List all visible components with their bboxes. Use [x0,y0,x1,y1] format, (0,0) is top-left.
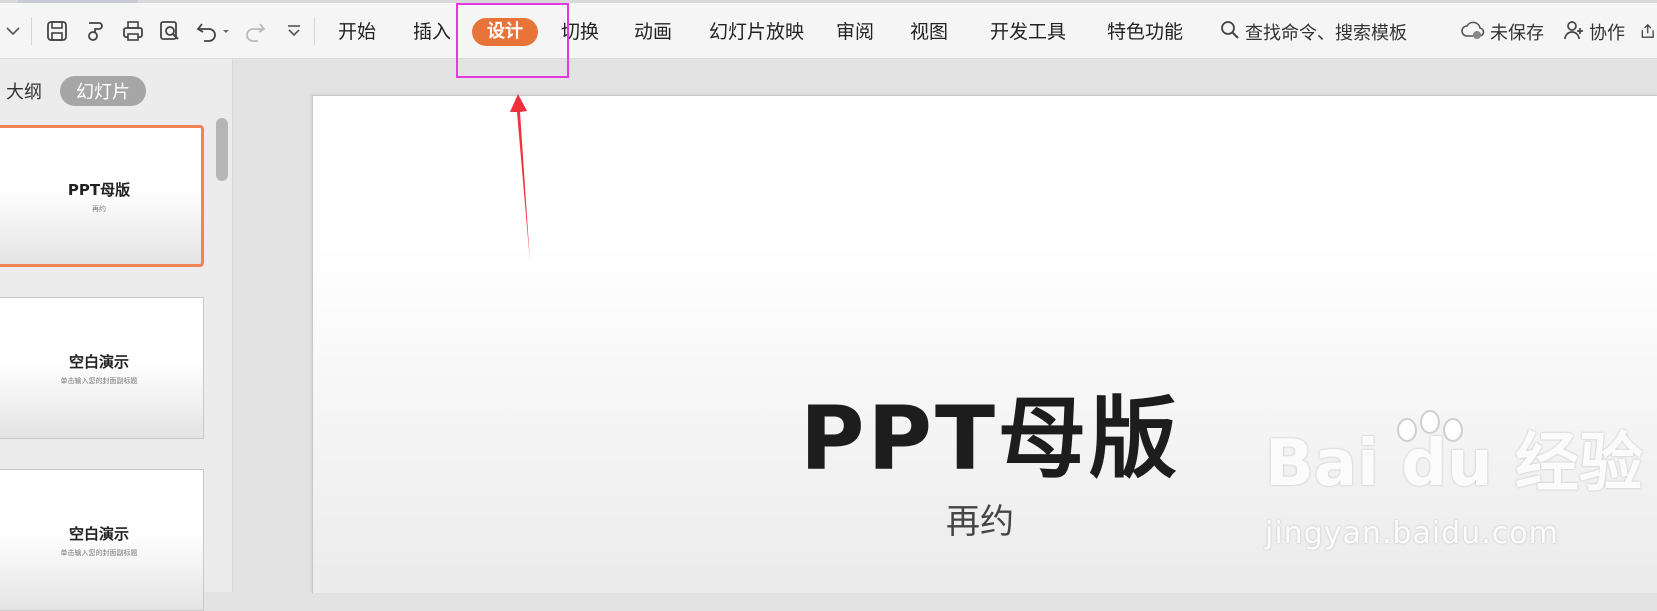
tab-special-features[interactable]: 特色功能 [1107,18,1183,46]
print-icon[interactable] [120,3,146,58]
save-icon[interactable] [44,3,70,58]
slide-title[interactable]: PPT母版 [800,368,1180,495]
tab-developer[interactable]: 开发工具 [990,18,1066,46]
slide-subtitle[interactable]: 再约 [946,494,1014,543]
search-label: 查找命令、搜索模板 [1245,23,1407,44]
thumbnail-title: 空白演示 [68,524,129,543]
tab-slideshow[interactable]: 幻灯片放映 [709,18,804,46]
command-search[interactable]: 查找命令、搜索模板 [1219,18,1407,46]
slide-thumbnail-1[interactable]: PPT母版 再约 [0,125,204,267]
cloud-icon [1460,19,1490,46]
thumbnail-title: PPT母版 [67,180,131,199]
redo-icon[interactable] [243,3,267,58]
watermark-url: jingyan.baidu.com [1265,516,1559,551]
divider [314,17,315,45]
tab-view[interactable]: 视图 [910,18,948,46]
tab-slides[interactable]: 幻灯片 [60,76,146,106]
print-preview-icon[interactable] [157,3,183,58]
ribbon-toolbar: 开始 插入 设计 切换 动画 幻灯片放映 审阅 视图 开发工具 特色功能 查找命… [0,3,1657,59]
save-status[interactable]: 未保存 [1460,18,1544,46]
format-painter-icon[interactable] [82,3,108,58]
tab-outline[interactable]: 大纲 [6,78,42,104]
undo-icon[interactable] [195,3,219,58]
undo-dropdown-icon[interactable] [220,3,232,58]
tab-insert[interactable]: 插入 [413,18,451,46]
unsaved-label: 未保存 [1490,23,1544,44]
panel-scrollbar[interactable] [216,118,228,181]
share-icon[interactable] [1640,3,1657,58]
thumbnail-subtitle: 单击输入您的封面副标题 [60,376,138,385]
chevron-down-icon[interactable] [2,3,24,58]
design-tab-highlight [456,3,569,78]
slide-thumbnail-2[interactable]: 空白演示 单击输入您的封面副标题 [0,297,204,439]
thumbnail-title: 空白演示 [68,352,129,371]
add-user-icon [1563,19,1589,46]
tab-animations[interactable]: 动画 [634,18,672,46]
collaborate-button[interactable]: 协作 [1563,18,1625,46]
slide-thumbnail-3[interactable]: 空白演示 单击输入您的封面副标题 [0,469,204,611]
divider [31,17,32,45]
tab-review[interactable]: 审阅 [836,18,874,46]
slides-panel: 大纲 幻灯片 PPT母版 再约 空白演示 单击输入您的封面副标题 空白演示 单击… [0,59,233,611]
collab-label: 协作 [1589,23,1625,44]
thumbnail-subtitle: 再约 [92,204,106,213]
customize-icon[interactable] [282,3,306,58]
paw-logo-icon [1397,410,1463,442]
thumbnail-subtitle: 单击输入您的封面副标题 [60,548,138,557]
search-icon [1219,19,1245,46]
tab-home[interactable]: 开始 [338,18,376,46]
